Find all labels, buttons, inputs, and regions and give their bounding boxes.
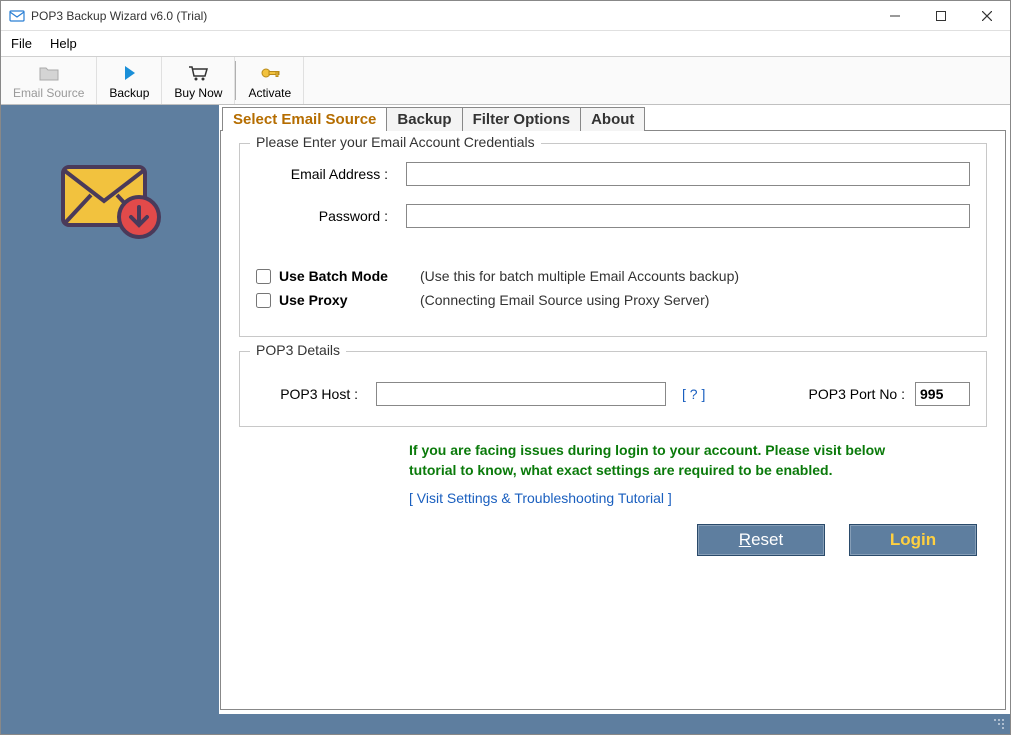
minimize-button[interactable] <box>872 1 918 31</box>
app-icon <box>9 8 25 24</box>
resize-grip-icon[interactable] <box>992 717 1006 731</box>
pop3-port-label: POP3 Port No : <box>809 386 905 402</box>
password-label: Password : <box>256 208 406 224</box>
tab-panel: Please Enter your Email Account Credenti… <box>220 130 1006 710</box>
tab-filter-options[interactable]: Filter Options <box>462 107 582 131</box>
menu-bar: File Help <box>1 31 1010 57</box>
reset-button[interactable]: Reset <box>697 524 825 556</box>
main-panel: Select Email Source Backup Filter Option… <box>219 105 1010 714</box>
pop3-help-link[interactable]: [ ? ] <box>682 386 705 402</box>
pop3-fieldset: POP3 Details POP3 Host : [ ? ] POP3 Port… <box>239 351 987 427</box>
login-label: Login <box>890 530 936 550</box>
email-label: Email Address : <box>256 166 406 182</box>
toolbar: Email Source Backup Buy Now Activate <box>1 57 1010 105</box>
tool-activate[interactable]: Activate <box>236 57 304 104</box>
email-input[interactable] <box>406 162 970 186</box>
folder-icon <box>38 62 60 84</box>
tool-email-source[interactable]: Email Source <box>1 57 97 104</box>
sidebar <box>1 105 219 714</box>
batch-mode-hint: (Use this for batch multiple Email Accou… <box>420 268 739 284</box>
window-title: POP3 Backup Wizard v6.0 (Trial) <box>31 9 872 23</box>
play-icon <box>121 62 137 84</box>
credentials-legend: Please Enter your Email Account Credenti… <box>250 134 541 150</box>
title-bar: POP3 Backup Wizard v6.0 (Trial) <box>1 1 1010 31</box>
mail-download-icon <box>55 155 165 248</box>
reset-rest: eset <box>751 530 783 549</box>
close-button[interactable] <box>964 1 1010 31</box>
tab-strip: Select Email Source Backup Filter Option… <box>220 106 1006 130</box>
tab-select-email-source[interactable]: Select Email Source <box>222 107 387 131</box>
batch-mode-label: Use Batch Mode <box>279 268 414 284</box>
pop3-legend: POP3 Details <box>250 342 346 358</box>
credentials-fieldset: Please Enter your Email Account Credenti… <box>239 143 987 337</box>
key-icon <box>259 62 281 84</box>
tool-activate-label: Activate <box>248 86 291 100</box>
password-input[interactable] <box>406 204 970 228</box>
proxy-hint: (Connecting Email Source using Proxy Ser… <box>420 292 709 308</box>
tab-about[interactable]: About <box>580 107 645 131</box>
login-button[interactable]: Login <box>849 524 977 556</box>
pop3-host-label: POP3 Host : <box>256 386 376 402</box>
maximize-button[interactable] <box>918 1 964 31</box>
window-controls <box>872 1 1010 31</box>
proxy-label: Use Proxy <box>279 292 414 308</box>
tool-buy-now[interactable]: Buy Now <box>162 57 235 104</box>
tool-email-source-label: Email Source <box>13 86 84 100</box>
tab-backup[interactable]: Backup <box>386 107 462 131</box>
tool-backup[interactable]: Backup <box>97 57 162 104</box>
pop3-host-input[interactable] <box>376 382 666 406</box>
pop3-port-input[interactable] <box>915 382 970 406</box>
menu-help[interactable]: Help <box>50 36 77 51</box>
menu-file[interactable]: File <box>11 36 32 51</box>
status-bar <box>1 714 1010 734</box>
tool-buy-now-label: Buy Now <box>174 86 222 100</box>
tool-backup-label: Backup <box>109 86 149 100</box>
cart-icon <box>187 62 209 84</box>
proxy-checkbox[interactable] <box>256 293 271 308</box>
tutorial-link[interactable]: [ Visit Settings & Troubleshooting Tutor… <box>409 490 987 506</box>
login-info-text: If you are facing issues during login to… <box>409 441 929 480</box>
batch-mode-checkbox[interactable] <box>256 269 271 284</box>
